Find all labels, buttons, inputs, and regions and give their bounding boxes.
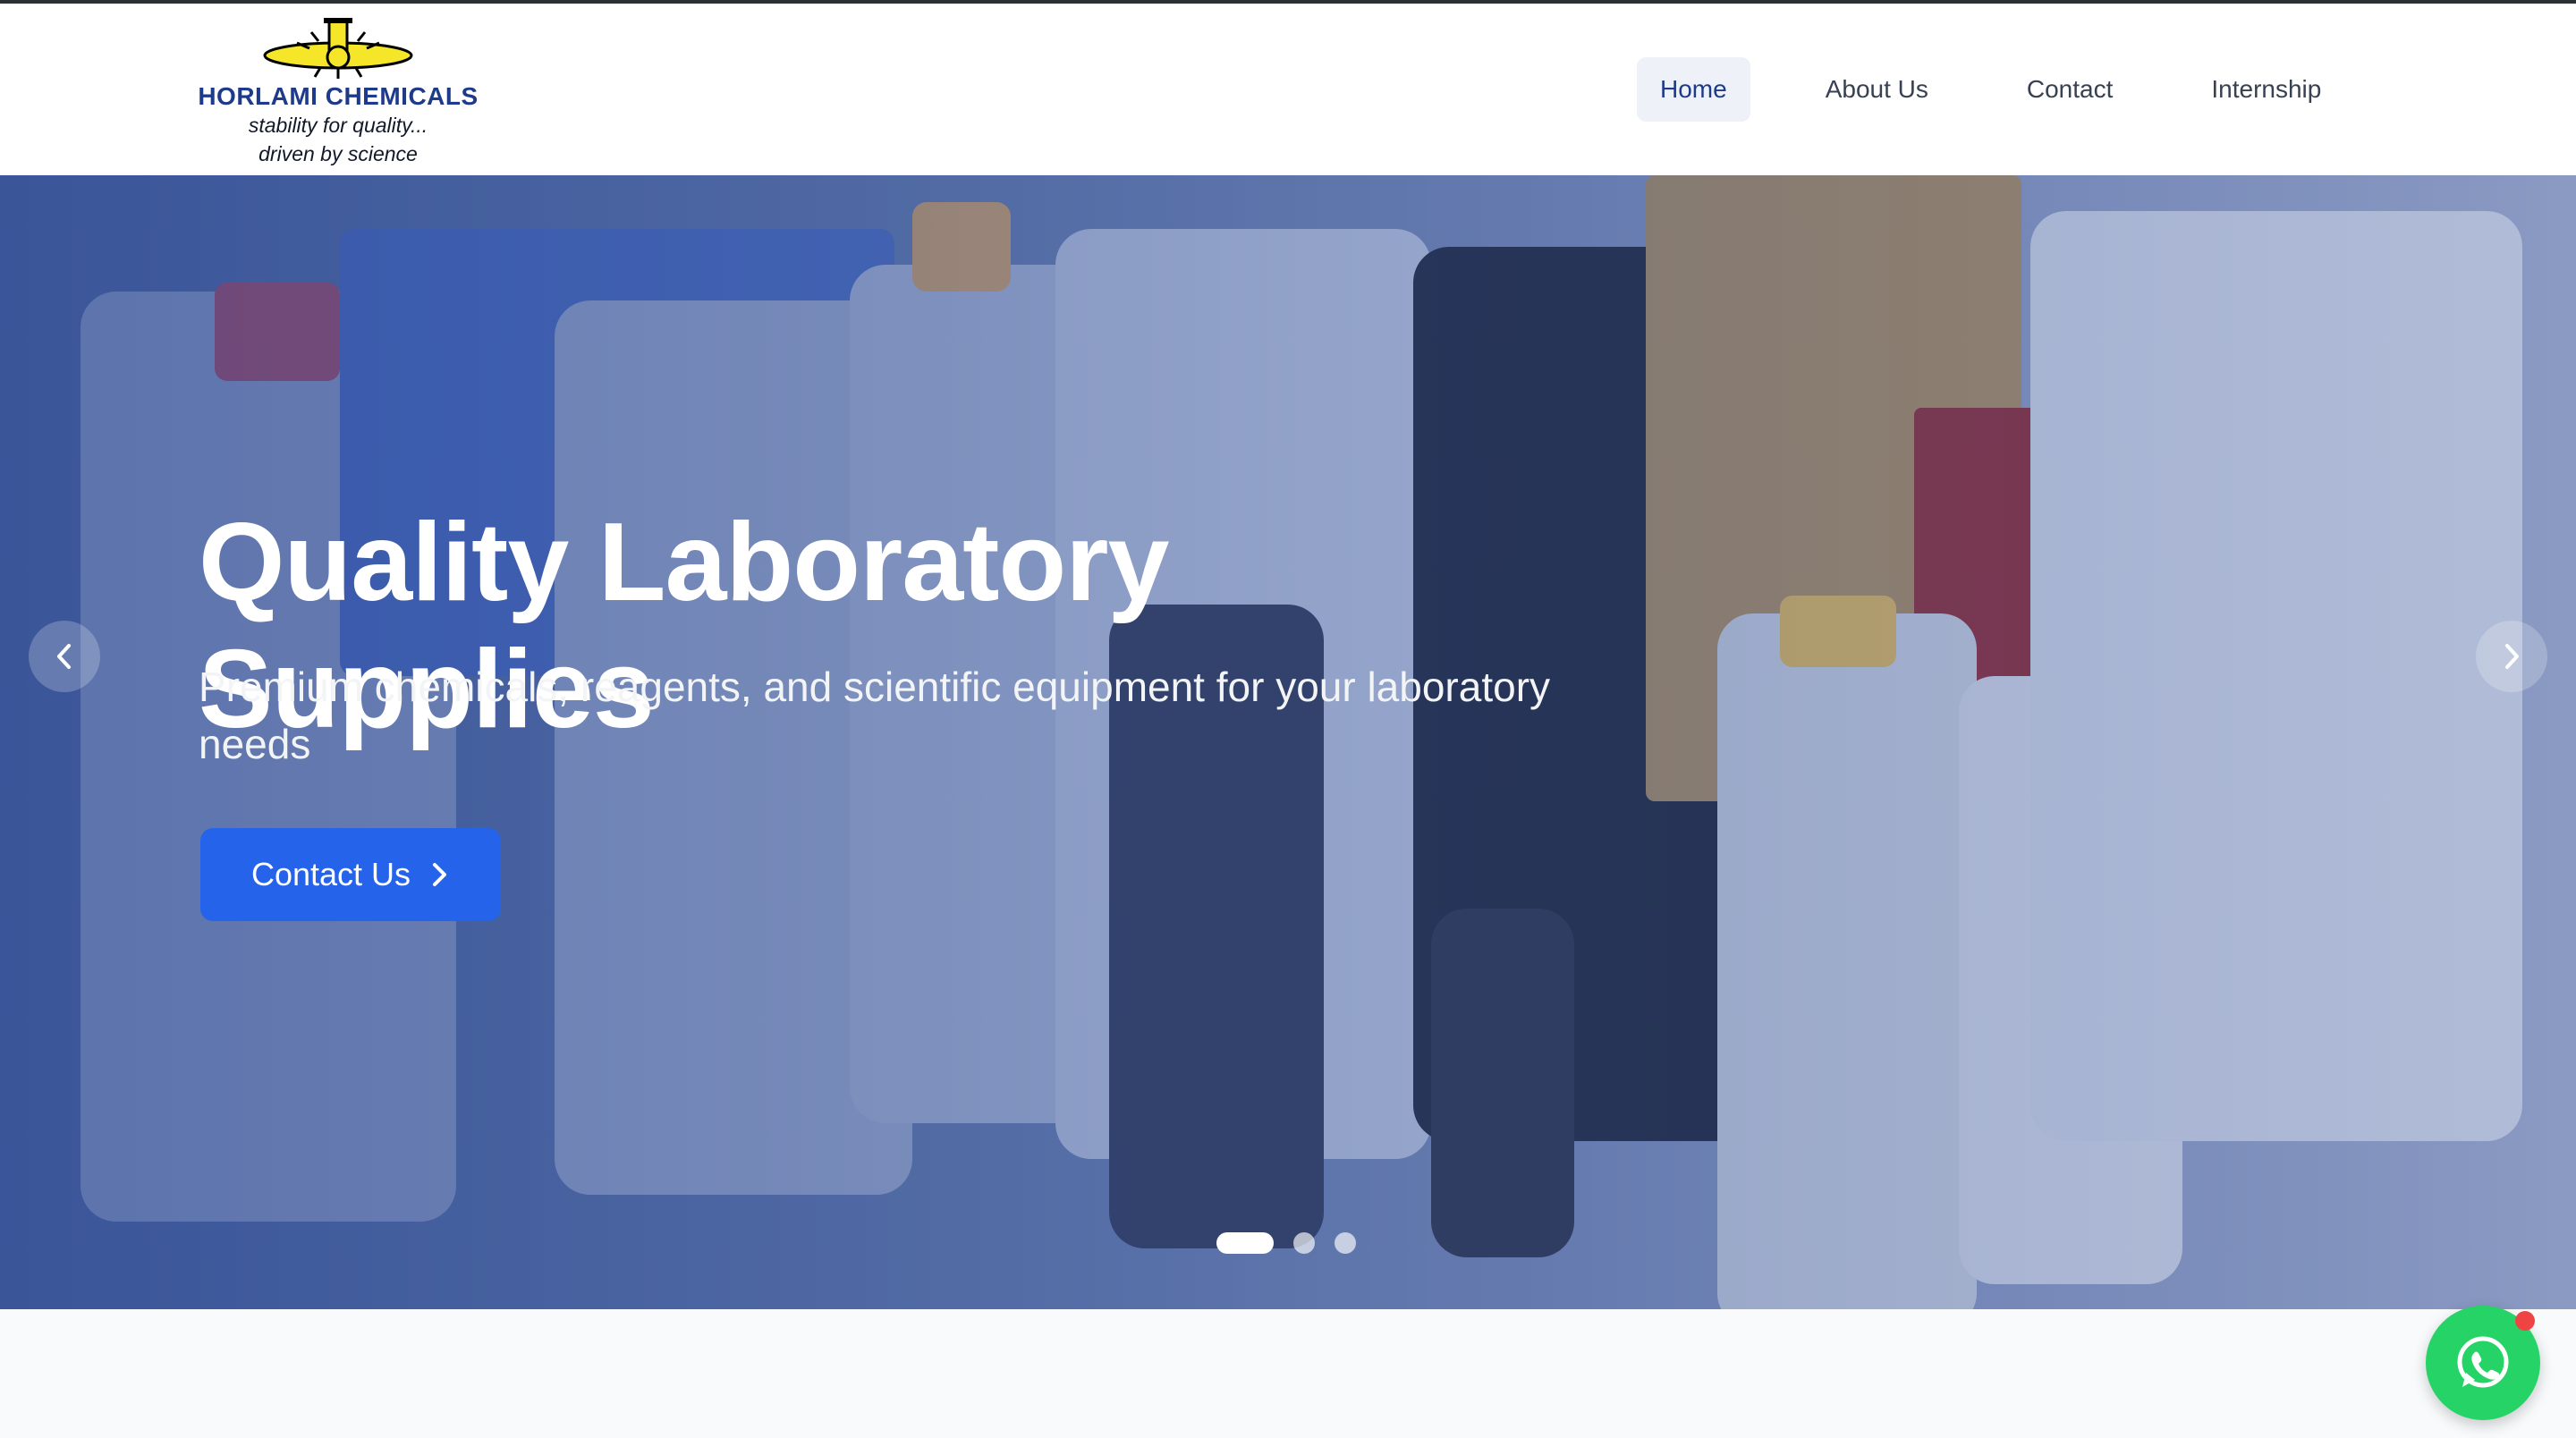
carousel-next-button[interactable] xyxy=(2476,621,2547,692)
whatsapp-icon xyxy=(2457,1336,2509,1388)
nav-about-us[interactable]: About Us xyxy=(1802,57,1952,122)
carousel-prev-button[interactable] xyxy=(29,621,100,692)
contact-us-label: Contact Us xyxy=(250,856,411,892)
brand-tagline-line2: driven by science xyxy=(258,142,418,165)
carousel-dot-3[interactable] xyxy=(1335,1232,1356,1254)
carousel-dot-1[interactable] xyxy=(1216,1232,1274,1254)
chevron-right-icon xyxy=(433,863,447,886)
brand-tagline-line1: stability for quality... xyxy=(248,114,428,137)
brand-name: HORLAMI CHEMICALS xyxy=(198,82,479,110)
contact-us-button[interactable]: Contact Us xyxy=(200,828,501,921)
carousel-indicators xyxy=(1216,1232,1356,1254)
carousel-dot-2[interactable] xyxy=(1293,1232,1315,1254)
chevron-right-icon xyxy=(2505,644,2519,669)
chevron-left-icon xyxy=(57,644,71,669)
site-header: HORLAMI CHEMICALS stability for quality.… xyxy=(0,4,2576,175)
hero-subtitle: Premium chemicals, reagents, and scienti… xyxy=(199,664,1551,767)
nav-internship[interactable]: Internship xyxy=(2188,57,2344,122)
main-nav: Home About Us Contact Internship xyxy=(1637,57,2344,122)
notification-badge xyxy=(2515,1311,2535,1331)
nav-home[interactable]: Home xyxy=(1637,57,1750,122)
hero-carousel: Quality Laboratory Supplies Premium chem… xyxy=(0,175,2576,1309)
flask-logo-icon xyxy=(263,18,413,79)
nav-contact[interactable]: Contact xyxy=(2004,57,2137,122)
brand-logo[interactable]: HORLAMI CHEMICALS stability for quality.… xyxy=(197,16,479,177)
